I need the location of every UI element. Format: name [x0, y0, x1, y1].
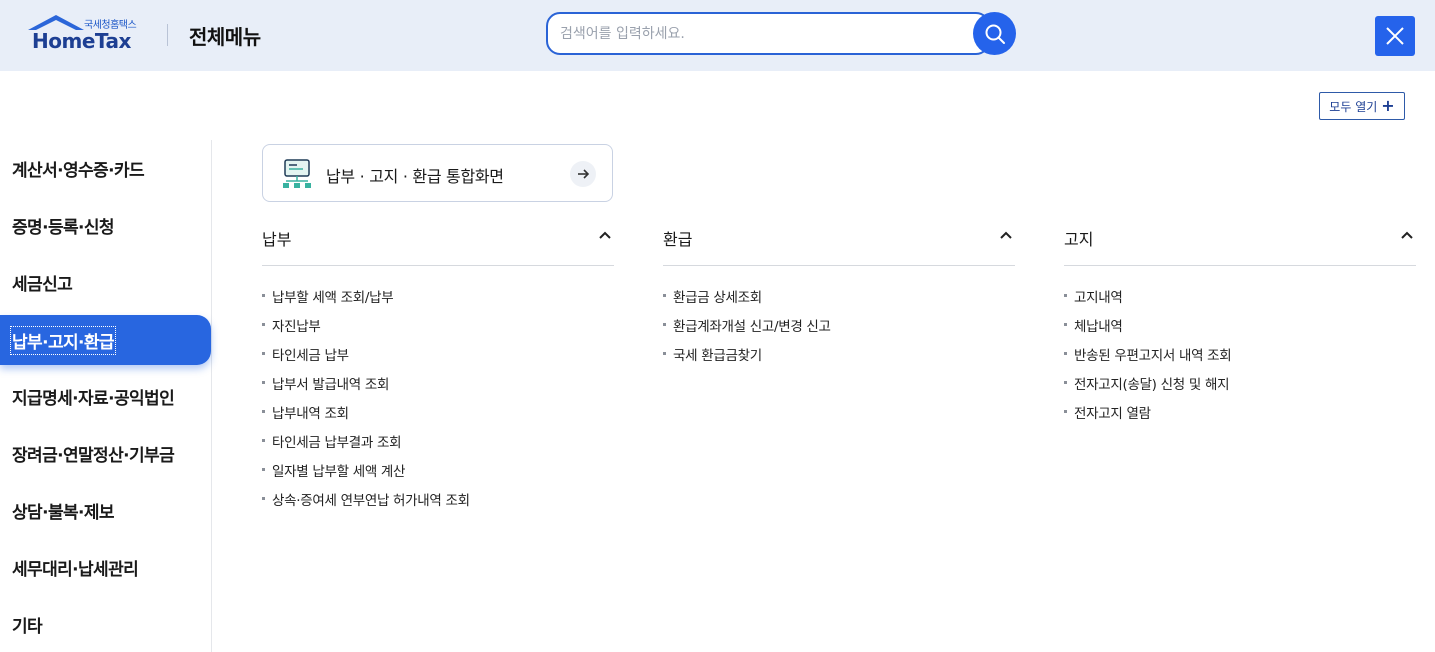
sidebar-item-label: 상담·불복·제보 [12, 502, 115, 523]
menu-link[interactable]: 일자별 납부할 세액 계산 [262, 460, 614, 489]
menu-link[interactable]: 국세 환급금찾기 [663, 344, 1015, 373]
close-icon [1386, 27, 1404, 45]
header-divider [167, 24, 168, 46]
menu-link[interactable]: 납부할 세액 조회/납부 [262, 286, 614, 315]
hometax-logo[interactable]: 국세청홈택스 HomeTax [26, 13, 146, 53]
chevron-up-icon [599, 231, 611, 239]
menu-column-payment: 납부 납부할 세액 조회/납부 자진납부 타인세금 납부 납부서 발급내역 조회… [262, 222, 614, 518]
sidebar-item-label: 증명·등록·신청 [12, 217, 115, 238]
menu-link[interactable]: 체납내역 [1064, 315, 1416, 344]
column-header-payment[interactable]: 납부 [262, 222, 614, 266]
column-title: 환급 [663, 230, 693, 249]
sidebar-item-label: 세무대리·납세관리 [12, 559, 139, 580]
sidebar-item-statements[interactable]: 지급명세·자료·공익법인 [0, 371, 211, 421]
column-title: 납부 [262, 230, 292, 249]
menu-link[interactable]: 타인세금 납부 [262, 344, 614, 373]
search-icon [985, 24, 1005, 44]
column-title: 고지 [1064, 230, 1094, 249]
expand-all-button[interactable]: 모두 열기 + [1319, 92, 1405, 120]
card-label: 납부 · 고지 · 환급 통합화면 [326, 167, 504, 186]
sidebar-item-label: 기타 [12, 616, 43, 637]
menu-link[interactable]: 자진납부 [262, 315, 614, 344]
menu-link[interactable]: 환급금 상세조회 [663, 286, 1015, 315]
sidebar-item-certificate[interactable]: 증명·등록·신청 [0, 200, 211, 250]
network-screen-icon [283, 159, 311, 188]
search-input[interactable] [560, 22, 960, 46]
sidebar-item-label: 계산서·영수증·카드 [12, 160, 145, 181]
plus-icon: + [1381, 96, 1395, 115]
sidebar-item-consultation[interactable]: 상담·불복·제보 [0, 485, 211, 535]
header: 국세청홈택스 HomeTax 전체메뉴 [0, 0, 1435, 71]
chevron-up-icon [1401, 231, 1413, 239]
page-title: 전체메뉴 [189, 25, 261, 49]
sidebar-item-payment[interactable]: 납부·고지·환급 [0, 315, 211, 365]
expand-all-label: 모두 열기 [1329, 99, 1378, 114]
category-sidebar: 계산서·영수증·카드 증명·등록·신청 세금신고 납부·고지·환급 지급명세·자… [0, 140, 212, 652]
sidebar-item-tax-return[interactable]: 세금신고 [0, 257, 211, 307]
menu-link[interactable]: 고지내역 [1064, 286, 1416, 315]
menu-column-notice: 고지 고지내역 체납내역 반송된 우편고지서 내역 조회 전자고지(송달) 신청… [1064, 222, 1416, 431]
menu-link[interactable]: 전자고지 열람 [1064, 402, 1416, 431]
chevron-up-icon [1000, 231, 1012, 239]
search-box [546, 12, 990, 55]
menu-link[interactable]: 반송된 우편고지서 내역 조회 [1064, 344, 1416, 373]
menu-link[interactable]: 납부서 발급내역 조회 [262, 373, 614, 402]
sidebar-item-label: 세금신고 [12, 274, 73, 295]
column-header-refund[interactable]: 환급 [663, 222, 1015, 266]
sidebar-item-label: 장려금·연말정산·기부금 [12, 445, 175, 466]
search-button[interactable] [973, 12, 1016, 55]
menu-link[interactable]: 납부내역 조회 [262, 402, 614, 431]
menu-link[interactable]: 환급계좌개설 신고/변경 신고 [663, 315, 1015, 344]
menu-link[interactable]: 타인세금 납부결과 조회 [262, 431, 614, 460]
close-menu-button[interactable] [1375, 16, 1415, 56]
sidebar-item-label: 지급명세·자료·공익법인 [12, 388, 175, 409]
sidebar-item-label: 납부·고지·환급 [10, 325, 116, 355]
logo-wordmark: HomeTax [32, 29, 131, 53]
integrated-screen-card[interactable]: 납부 · 고지 · 환급 통합화면 [262, 144, 613, 202]
sidebar-item-agent[interactable]: 세무대리·납세관리 [0, 542, 211, 592]
menu-link[interactable]: 상속·증여세 연부연납 허가내역 조회 [262, 489, 614, 518]
menu-column-refund: 환급 환급금 상세조회 환급계좌개설 신고/변경 신고 국세 환급금찾기 [663, 222, 1015, 373]
sidebar-item-incentives[interactable]: 장려금·연말정산·기부금 [0, 428, 211, 478]
sidebar-item-etc[interactable]: 기타 [0, 599, 211, 649]
menu-link[interactable]: 전자고지(송달) 신청 및 해지 [1064, 373, 1416, 402]
sidebar-item-invoice[interactable]: 계산서·영수증·카드 [0, 143, 211, 193]
column-header-notice[interactable]: 고지 [1064, 222, 1416, 266]
arrow-right-icon [570, 161, 596, 187]
